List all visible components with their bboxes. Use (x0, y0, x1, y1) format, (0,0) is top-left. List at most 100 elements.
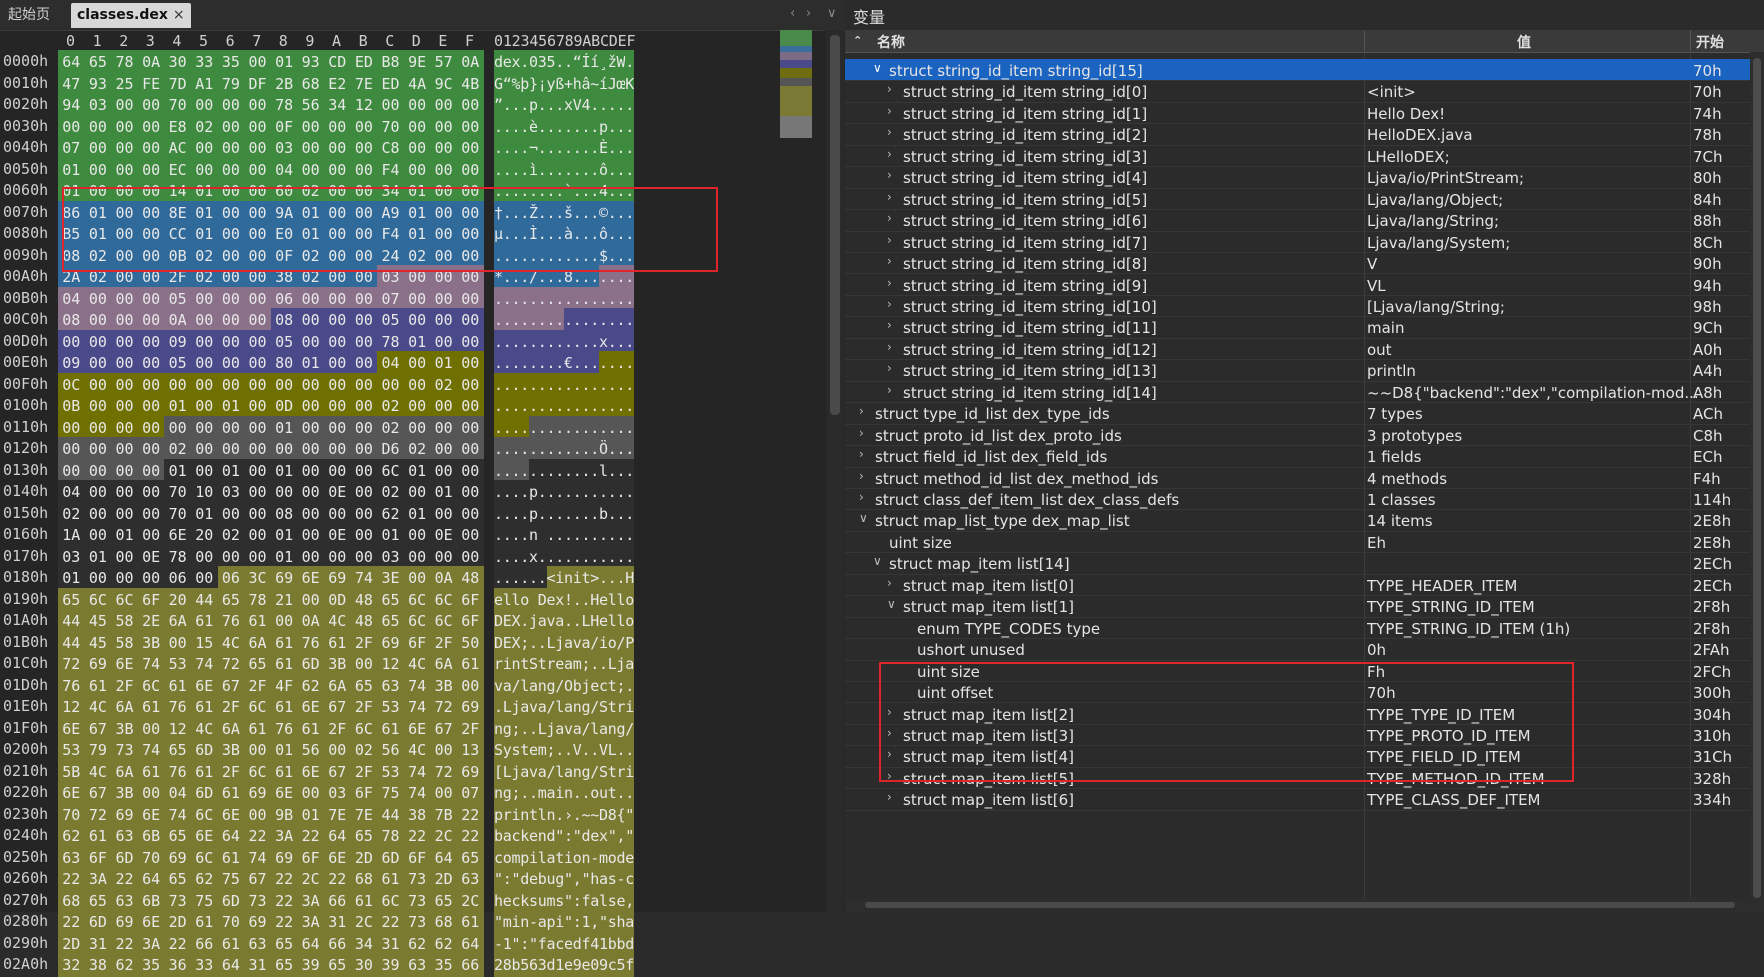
hex-byte[interactable]: 44 (58, 630, 85, 655)
ascii-char[interactable]: 1 (581, 910, 591, 934)
ascii-char[interactable]: . (590, 329, 599, 354)
hex-byte[interactable]: 65 (457, 845, 484, 870)
ascii-char[interactable]: . (572, 243, 582, 268)
ascii-char[interactable]: . (607, 157, 617, 182)
ascii-char[interactable]: 4 (590, 931, 599, 956)
hex-byte[interactable]: 60 (270, 179, 298, 203)
ascii-char[interactable]: g (502, 781, 512, 805)
hex-byte[interactable]: B8 (377, 50, 404, 74)
ascii-char[interactable]: . (555, 286, 564, 311)
ascii-char[interactable]: . (581, 222, 591, 246)
hex-byte[interactable]: 68 (430, 910, 457, 934)
ascii-char[interactable]: . (581, 329, 591, 354)
ascii-char[interactable]: : (572, 888, 582, 913)
ascii-char[interactable]: . (546, 157, 556, 182)
ascii-char[interactable]: . (607, 308, 617, 332)
ascii-char[interactable]: u (546, 867, 556, 891)
hex-byte[interactable]: 57 (430, 50, 457, 74)
ascii-char[interactable]: e (599, 587, 608, 612)
ascii-char[interactable]: p (529, 501, 538, 526)
ascii-char[interactable]: p (529, 93, 538, 117)
hex-byte[interactable]: 00 (111, 179, 138, 203)
hex-byte[interactable]: 44 (191, 587, 218, 612)
hex-byte[interactable]: 31 (244, 953, 271, 977)
ascii-char[interactable]: . (520, 265, 529, 289)
ascii-char[interactable]: d (494, 50, 503, 74)
hex-byte[interactable]: 63 (403, 953, 431, 977)
ascii-char[interactable]: D (599, 802, 608, 827)
ascii-char[interactable]: p (520, 845, 529, 870)
ascii-char[interactable]: . (572, 501, 582, 526)
ascii-char[interactable]: e (625, 845, 634, 870)
ascii-char[interactable]: p (599, 114, 608, 139)
hex-byte[interactable]: 61 (270, 652, 298, 676)
ascii-char[interactable]: a (537, 759, 547, 784)
ascii-char[interactable]: d (572, 931, 582, 956)
hex-byte[interactable]: 6D (111, 845, 138, 870)
ascii-char[interactable]: L (502, 759, 512, 784)
ascii-char[interactable]: e (590, 673, 599, 698)
hex-byte[interactable]: 6A (164, 609, 191, 633)
hex-byte[interactable]: 64 (457, 931, 484, 956)
ascii-char[interactable]: . (546, 136, 556, 160)
ascii-char[interactable]: . (511, 243, 521, 268)
ascii-char[interactable]: . (546, 222, 556, 246)
ascii-char[interactable]: . (546, 179, 556, 203)
hex-byte[interactable]: 68 (58, 888, 85, 913)
ascii-char[interactable]: . (590, 738, 599, 762)
hex-byte[interactable]: 02 (217, 523, 245, 547)
ascii-char[interactable]: n (546, 802, 556, 827)
hex-byte[interactable]: 6E (164, 523, 191, 547)
variable-row[interactable]: enum TYPE_CODES type TYPE_STRING_ID_ITEM … (845, 617, 1764, 640)
ascii-char[interactable]: . (572, 544, 582, 569)
hex-byte[interactable]: 00 (324, 437, 351, 461)
ascii-char[interactable]: c (555, 931, 564, 956)
hex-byte[interactable]: 00 (430, 329, 457, 354)
ascii-char[interactable]: ¬ (529, 136, 538, 160)
hex-byte[interactable]: 00 (324, 329, 351, 354)
hex-byte[interactable]: 31 (377, 931, 404, 956)
ascii-char[interactable]: . (564, 394, 573, 418)
ascii-char[interactable]: . (537, 372, 547, 397)
ascii-char[interactable]: + (564, 71, 573, 96)
hex-byte[interactable]: 4B (457, 71, 484, 96)
ascii-char[interactable]: ` (564, 179, 573, 203)
hex-byte[interactable]: 00 (191, 394, 218, 418)
ascii-char[interactable]: . (502, 308, 512, 332)
ascii-char[interactable]: . (590, 93, 599, 117)
variable-row[interactable]: › struct string_id_item string_id[3] LHell… (845, 145, 1764, 168)
hex-byte[interactable]: 00 (137, 372, 165, 397)
hex-byte[interactable]: 6B (137, 888, 165, 913)
hex-byte[interactable]: 00 (403, 523, 431, 547)
hex-byte[interactable]: 78 (377, 329, 404, 354)
hex-byte[interactable]: 4C (217, 630, 245, 655)
ascii-char[interactable]: g (616, 716, 626, 741)
ascii-char[interactable]: . (511, 415, 521, 440)
hex-byte[interactable]: 01 (191, 200, 218, 225)
hex-byte[interactable]: 2B (270, 71, 298, 96)
hex-byte[interactable]: 6F (84, 845, 112, 870)
ascii-char[interactable]: . (511, 136, 521, 160)
hex-byte[interactable]: 48 (350, 609, 378, 633)
hex-byte[interactable]: 74 (350, 566, 378, 590)
collapsed-chevron-icon[interactable]: › (859, 404, 864, 418)
hex-byte[interactable]: 00 (244, 458, 271, 483)
hex-byte[interactable]: 00 (430, 136, 457, 160)
hex-byte[interactable]: 0D (324, 587, 351, 612)
ascii-char[interactable]: . (581, 437, 591, 461)
hex-byte[interactable]: 30 (350, 953, 378, 977)
ascii-char[interactable]: c (607, 953, 617, 977)
ascii-char[interactable]: . (529, 329, 538, 354)
ascii-char[interactable]: " (511, 867, 521, 891)
hex-byte[interactable]: 64 (297, 931, 324, 956)
ascii-char[interactable]: . (590, 222, 599, 246)
ascii-char[interactable]: h (590, 867, 599, 891)
ascii-char[interactable]: . (572, 351, 582, 375)
variable-row[interactable]: › struct string_id_item string_id[14] ~~D8… (845, 381, 1764, 404)
hex-byte[interactable]: 00 (191, 437, 218, 461)
hex-byte[interactable]: 00 (430, 394, 457, 418)
hex-byte[interactable]: 01 (191, 501, 218, 526)
ascii-char[interactable]: ß (555, 71, 564, 96)
ascii-char[interactable]: . (546, 351, 556, 375)
ascii-char[interactable]: S (529, 652, 538, 676)
